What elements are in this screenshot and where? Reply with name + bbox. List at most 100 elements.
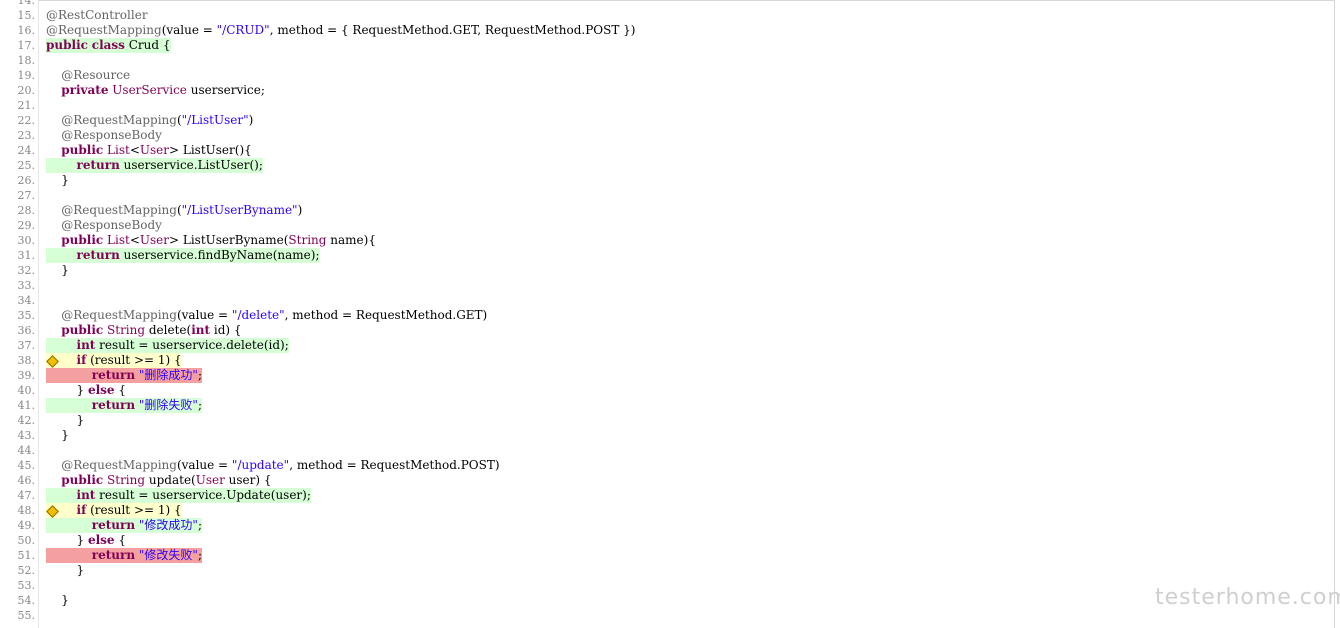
line-number: 43. <box>17 429 36 442</box>
code-span: } <box>46 428 69 442</box>
code-text: } <box>46 593 69 608</box>
code-text: @Resource <box>46 68 130 83</box>
code-span: public List<User> ListUserByname(String … <box>61 233 376 247</box>
code-line[interactable]: 21. <box>0 98 1330 113</box>
coverage-highlight-green: return userservice.findByName(name); <box>46 248 320 263</box>
code-line[interactable]: 52. } <box>0 563 1330 578</box>
code-line[interactable]: 31. return userservice.findByName(name); <box>0 248 1330 263</box>
code-line[interactable]: 23. @ResponseBody <box>0 128 1330 143</box>
code-line[interactable]: 40. } else { <box>0 383 1330 398</box>
code-text: public List<User> ListUser(){ <box>46 143 252 158</box>
code-line[interactable]: 29. @ResponseBody <box>0 218 1330 233</box>
code-line[interactable]: 32. } <box>0 263 1330 278</box>
code-span: public String update(User user) { <box>61 473 272 487</box>
code-line[interactable]: 45. @RequestMapping(value = "/update", m… <box>0 458 1330 473</box>
line-number: 15. <box>17 9 36 22</box>
code-line[interactable]: 16. @RequestMapping(value = "/CRUD", meth… <box>0 23 1330 38</box>
line-number: 16. <box>17 24 36 37</box>
code-line[interactable]: 51. return "修改失败"; <box>0 548 1330 563</box>
code-span: @RequestMapping(value = "/delete", metho… <box>61 308 488 322</box>
coverage-highlight-green: return userservice.ListUser(); <box>46 158 263 173</box>
code-line[interactable]: 30. public List<User> ListUserByname(Str… <box>0 233 1330 248</box>
code-line[interactable]: 42. } <box>0 413 1330 428</box>
code-text: private UserService userservice; <box>46 83 265 98</box>
line-number: 45. <box>17 459 36 472</box>
line-number: 41. <box>17 399 36 412</box>
code-span: @RestController <box>46 8 148 22</box>
code-span: } <box>46 563 85 577</box>
code-text: return "修改失败"; <box>46 548 202 563</box>
line-number: 38. <box>17 354 36 367</box>
code-line[interactable]: 14. <box>0 0 1330 8</box>
line-number: 33. <box>17 279 36 292</box>
line-number: 28. <box>17 204 36 217</box>
code-line[interactable]: 53. <box>0 578 1330 593</box>
line-number: 17. <box>17 39 36 52</box>
line-number: 14. <box>17 0 36 7</box>
code-span: } <box>46 173 69 187</box>
code-line[interactable]: 28. @RequestMapping("/ListUserByname") <box>0 203 1330 218</box>
code-line[interactable]: 22. @RequestMapping("/ListUser") <box>0 113 1330 128</box>
line-number: 44. <box>17 444 36 457</box>
line-number: 46. <box>17 474 36 487</box>
code-line[interactable]: 41. return "删除失败"; <box>0 398 1330 413</box>
code-line[interactable]: 44. <box>0 443 1330 458</box>
code-line[interactable]: 38. if (result >= 1) { <box>0 353 1330 368</box>
code-text: public String update(User user) { <box>46 473 272 488</box>
code-line[interactable]: 36. public String delete(int id) { <box>0 323 1330 338</box>
line-number: 42. <box>17 414 36 427</box>
line-number: 30. <box>17 234 36 247</box>
code-text: if (result >= 1) { <box>46 353 182 368</box>
code-text: @ResponseBody <box>46 128 162 143</box>
line-number: 50. <box>17 534 36 547</box>
line-number: 54. <box>17 594 36 607</box>
code-line[interactable]: 46. public String update(User user) { <box>0 473 1330 488</box>
code-span: } <box>46 263 69 277</box>
line-number: 40. <box>17 384 36 397</box>
code-line[interactable]: 47. int result = userservice.Update(user… <box>0 488 1330 503</box>
code-line[interactable]: 33. <box>0 278 1330 293</box>
code-line[interactable]: 19. @Resource <box>0 68 1330 83</box>
line-number: 39. <box>17 369 36 382</box>
line-number: 27. <box>17 189 36 202</box>
code-line[interactable]: 15. @RestController <box>0 8 1330 23</box>
code-line[interactable]: 37. int result = userservice.delete(id); <box>0 338 1330 353</box>
code-line[interactable]: 27. <box>0 188 1330 203</box>
code-line[interactable]: 34. <box>0 293 1330 308</box>
code-line[interactable]: 54. } <box>0 593 1330 608</box>
line-number: 24. <box>17 144 36 157</box>
code-span: } <box>46 413 85 427</box>
code-line[interactable]: 26. } <box>0 173 1330 188</box>
line-number: 22. <box>17 114 36 127</box>
code-line[interactable]: 35. @RequestMapping(value = "/delete", m… <box>0 308 1330 323</box>
code-line[interactable]: 55. <box>0 608 1330 623</box>
code-line[interactable]: 39. return "删除成功"; <box>0 368 1330 383</box>
code-line[interactable]: 20. private UserService userservice; <box>0 83 1330 98</box>
code-text: return userservice.findByName(name); <box>46 248 320 263</box>
line-number: 21. <box>17 99 36 112</box>
code-line[interactable]: 50. } else { <box>0 533 1330 548</box>
code-line[interactable]: 48. if (result >= 1) { <box>0 503 1330 518</box>
code-editor[interactable]: 14. 15. @RestController 16. @RequestMapping(… <box>0 0 1330 623</box>
line-number: 55. <box>17 609 36 622</box>
code-span: @ResponseBody <box>61 218 162 232</box>
code-text: } <box>46 263 69 278</box>
line-number: 25. <box>17 159 36 172</box>
code-text: @ResponseBody <box>46 218 162 233</box>
code-text: return "修改成功"; <box>46 518 202 533</box>
code-line[interactable]: 17. public class Crud { <box>0 38 1330 53</box>
code-span: @RequestMapping(value = "/update", metho… <box>61 458 500 472</box>
code-text: @RequestMapping(value = "/delete", metho… <box>46 308 487 323</box>
code-line[interactable]: 25. return userservice.ListUser(); <box>0 158 1330 173</box>
line-number: 20. <box>17 84 36 97</box>
code-line[interactable]: 43. } <box>0 428 1330 443</box>
code-line[interactable]: 49. return "修改成功"; <box>0 518 1330 533</box>
code-text: return "删除失败"; <box>46 398 202 413</box>
line-number: 48. <box>17 504 36 517</box>
code-line[interactable]: 24. public List<User> ListUser(){ <box>0 143 1330 158</box>
line-number: 18. <box>17 54 36 67</box>
line-number: 37. <box>17 339 36 352</box>
code-text: public String delete(int id) { <box>46 323 241 338</box>
code-line[interactable]: 18. <box>0 53 1330 68</box>
code-span: } else { <box>46 383 127 397</box>
